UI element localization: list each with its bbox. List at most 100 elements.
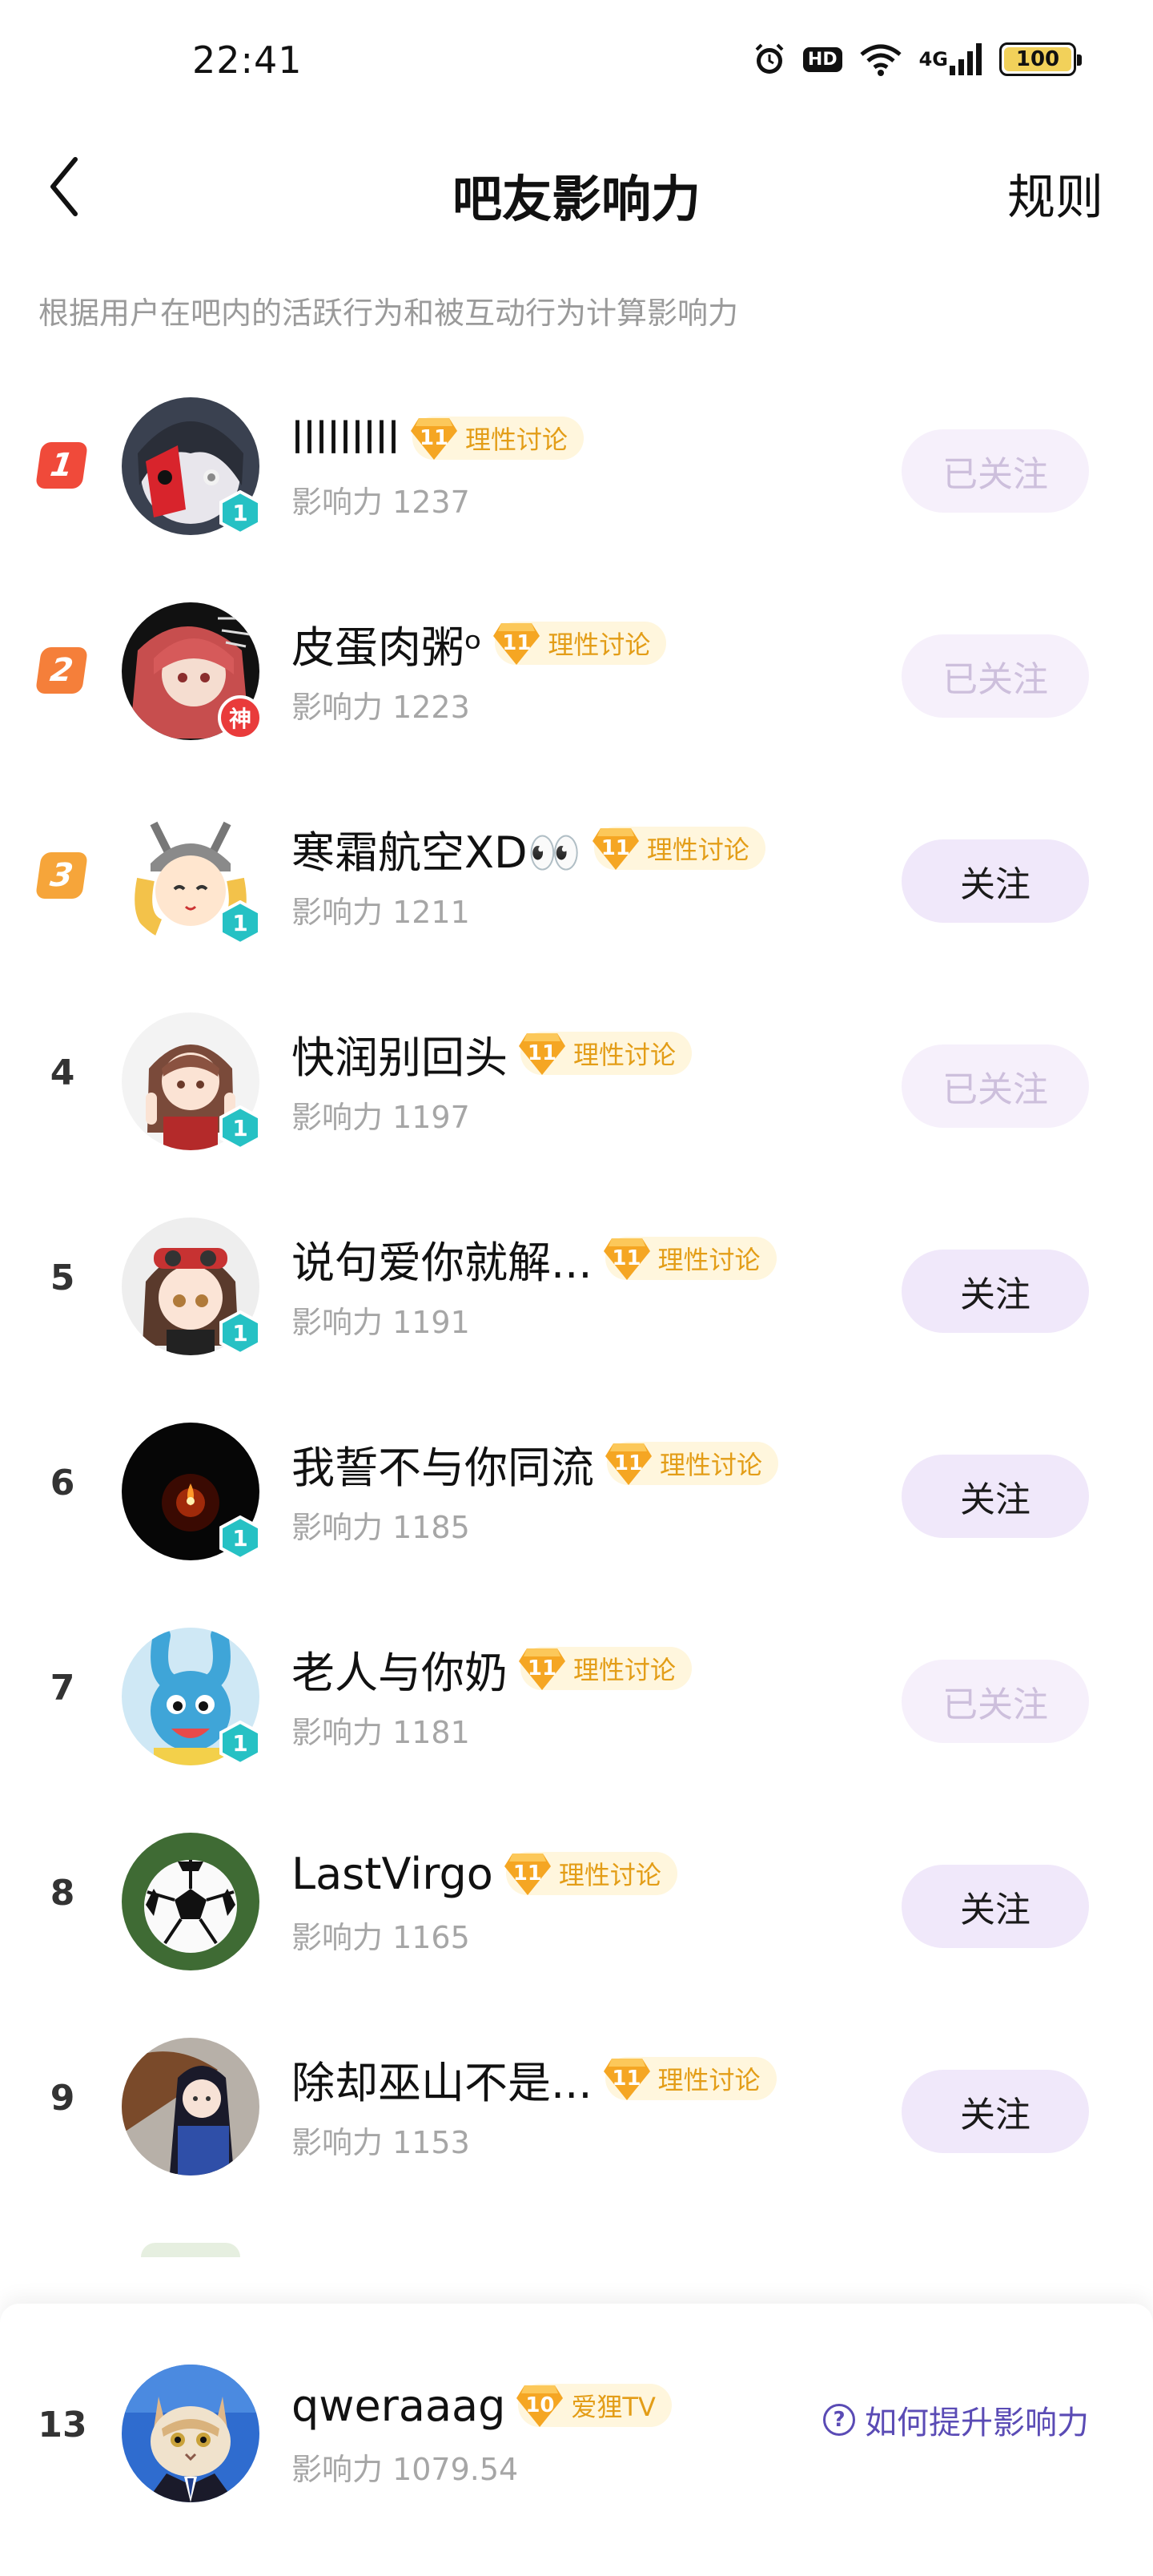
- level-title: 理性讨论: [646, 835, 749, 865]
- name-line: 我誓不与你同流 11 理性讨论: [291, 1435, 779, 1493]
- level-number: 11: [512, 1862, 542, 1886]
- follow-button[interactable]: 关注: [902, 839, 1089, 923]
- status-icons: HD 4G 100: [752, 42, 1082, 77]
- level-title: 理性讨论: [548, 630, 651, 660]
- followed-button[interactable]: 已关注: [902, 634, 1089, 718]
- user-name[interactable]: 皮蛋肉粥ᵒ: [291, 612, 482, 675]
- level-tag: 11 理性讨论: [591, 825, 765, 871]
- avatar[interactable]: 1: [122, 1012, 261, 1150]
- level-title: 理性讨论: [660, 1450, 763, 1480]
- name-line: LastVirgo 11 理性讨论: [291, 1845, 677, 1902]
- level-number: 11: [612, 2067, 641, 2091]
- rank-number: 5: [50, 1258, 75, 1298]
- user-name[interactable]: 老人与你奶: [291, 1637, 508, 1701]
- influence-score: 影响力 1211: [291, 895, 470, 930]
- followed-button[interactable]: 已关注: [902, 429, 1089, 513]
- user-name[interactable]: 快润别回头: [291, 1022, 508, 1085]
- followed-button[interactable]: 已关注: [902, 1044, 1089, 1128]
- level-tag: 11 理性讨论: [603, 1237, 777, 1280]
- follow-button[interactable]: 关注: [902, 1865, 1089, 1948]
- avatar[interactable]: 1: [122, 1218, 261, 1355]
- avatar[interactable]: 1: [122, 397, 261, 535]
- level-title: 理性讨论: [573, 1040, 677, 1070]
- member-level-badge-icon: 1: [218, 1310, 263, 1355]
- my-rank-row[interactable]: 13 qweraaag 10 爱狸TV 影响力 1079.54: [0, 2352, 1153, 2557]
- follow-button[interactable]: 关注: [902, 2070, 1089, 2153]
- user-name[interactable]: 说句爱你就解...: [291, 1227, 593, 1290]
- rules-link[interactable]: 规则: [1007, 159, 1103, 228]
- rank-row[interactable]: 7 1 老人与你奶 11 理性讨论 影响力 1181 已关注: [0, 1615, 1153, 1820]
- level-title: 理性讨论: [465, 425, 568, 455]
- user-name[interactable]: lllllllll: [291, 413, 400, 464]
- avatar[interactable]: [122, 2038, 259, 2176]
- member-level-badge-icon: 1: [218, 1105, 263, 1150]
- rank-number: 8: [50, 1873, 75, 1914]
- level-number: 11: [419, 426, 449, 450]
- page-title: 吧友影响力: [452, 170, 701, 228]
- level-gem-icon: 10: [515, 2382, 564, 2429]
- level-gem-icon: 11: [517, 1645, 567, 1692]
- level-tag: 11 理性讨论: [493, 622, 667, 665]
- influence-score: 影响力 1079.54: [291, 2452, 519, 2487]
- rank-row[interactable]: 1 1 lllllllll 11 理性讨论 影响力 1237 已关注: [0, 384, 1153, 590]
- rank-row[interactable]: 6 1 我誓不与你同流 11 理性讨论 影响力 1185 关注: [0, 1410, 1153, 1615]
- avatar[interactable]: 1: [122, 1628, 261, 1765]
- user-name[interactable]: 我誓不与你同流: [291, 1432, 594, 1495]
- name-line: 老人与你奶 11 理性讨论: [291, 1640, 693, 1698]
- signal-icon: 4G: [919, 43, 983, 75]
- avatar[interactable]: 1: [122, 1423, 261, 1560]
- avatar[interactable]: [122, 2365, 259, 2502]
- level-tag: 11 理性讨论: [411, 417, 585, 460]
- god-badge-icon: 神: [218, 695, 263, 740]
- level-gem-icon: 11: [591, 825, 641, 871]
- level-gem-icon: 11: [604, 1440, 653, 1487]
- level-title: 理性讨论: [573, 1655, 677, 1685]
- name-line: qweraaag 10 爱狸TV: [291, 2377, 672, 2433]
- name-line: 快润别回头 11 理性讨论: [291, 1025, 693, 1083]
- rank-row[interactable]: 9 除却巫山不是... 11 理性讨论影响力 1153 关注: [0, 2025, 1153, 2230]
- follow-button[interactable]: 关注: [902, 1250, 1089, 1333]
- user-name[interactable]: 寒霜航空XD👀: [291, 817, 581, 880]
- avatar[interactable]: 1: [122, 807, 261, 945]
- my-rank-bar: 13 qweraaag 10 爱狸TV 影响力 1079.54 ? 如何提升影响力: [0, 2304, 1153, 2576]
- level-title: 爱狸TV: [571, 2392, 656, 2422]
- avatar[interactable]: [122, 1833, 259, 1970]
- influence-score: 影响力 1153: [291, 2125, 470, 2160]
- avatar-image: [122, 1833, 259, 1970]
- followed-button[interactable]: 已关注: [902, 1660, 1089, 1743]
- rank-row[interactable]: 4 1 快润别回头 11 理性讨论 影响力 1197 已关注: [0, 1000, 1153, 1205]
- follow-button[interactable]: 关注: [902, 1455, 1089, 1538]
- alarm-icon: [752, 42, 787, 77]
- battery-level: 100: [1015, 47, 1060, 71]
- rank-row[interactable]: 3 1 寒霜航空XD👀 11 理性讨论影响力 1211 关注: [0, 795, 1153, 1000]
- name-line: 说句爱你就解... 11 理性讨论: [291, 1230, 777, 1288]
- rank-number: 13: [38, 2405, 87, 2445]
- avatar[interactable]: 神: [122, 602, 263, 740]
- user-name[interactable]: LastVirgo: [291, 1849, 493, 1899]
- rank-number: 9: [50, 2078, 75, 2119]
- rank-medal-3: 3: [34, 852, 89, 899]
- level-title: 理性讨论: [657, 2065, 761, 2095]
- influence-score: 影响力 1223: [291, 690, 470, 725]
- ranking-list: 1 1 lllllllll 11 理性讨论 影响力 1237 已关注 2 神皮蛋肉粥ᵒ 11 理性讨…: [0, 384, 1153, 2230]
- partial-avatar: [141, 2243, 240, 2257]
- avatar-badge-text: 神: [228, 706, 251, 732]
- member-level-badge-icon: 1: [218, 1721, 263, 1765]
- influence-score: 影响力 1165: [291, 1920, 470, 1955]
- nav-bar: 吧友影响力 规则: [0, 136, 1153, 240]
- avatar-badge-text: 1: [232, 1524, 248, 1552]
- how-to-improve-link[interactable]: ? 如何提升影响力: [823, 2397, 1089, 2443]
- user-name[interactable]: 除却巫山不是...: [291, 2047, 593, 2111]
- member-level-badge-icon: 1: [218, 490, 263, 535]
- user-name[interactable]: qweraaag: [291, 2381, 505, 2431]
- name-line: 寒霜航空XD👀 11 理性讨论: [291, 820, 765, 878]
- level-number: 10: [525, 2393, 555, 2417]
- avatar-badge-text: 1: [232, 909, 248, 936]
- rank-number: 6: [50, 1463, 75, 1503]
- rank-row[interactable]: 8 LastVirgo 11 理性讨论 影响力 1165 关注: [0, 1820, 1153, 2025]
- rank-row[interactable]: 2 神 皮蛋肉粥ᵒ 11 理性讨论 影响力 1223 已关注: [0, 590, 1153, 795]
- rank-row[interactable]: 5 1 说句爱你就解... 11 理性讨论影响力 1191 关注: [0, 1205, 1153, 1410]
- influence-score: 影响力 1191: [291, 1305, 470, 1340]
- level-gem-icon: 11: [503, 1850, 552, 1897]
- how-to-improve-label: 如何提升影响力: [865, 2405, 1089, 2441]
